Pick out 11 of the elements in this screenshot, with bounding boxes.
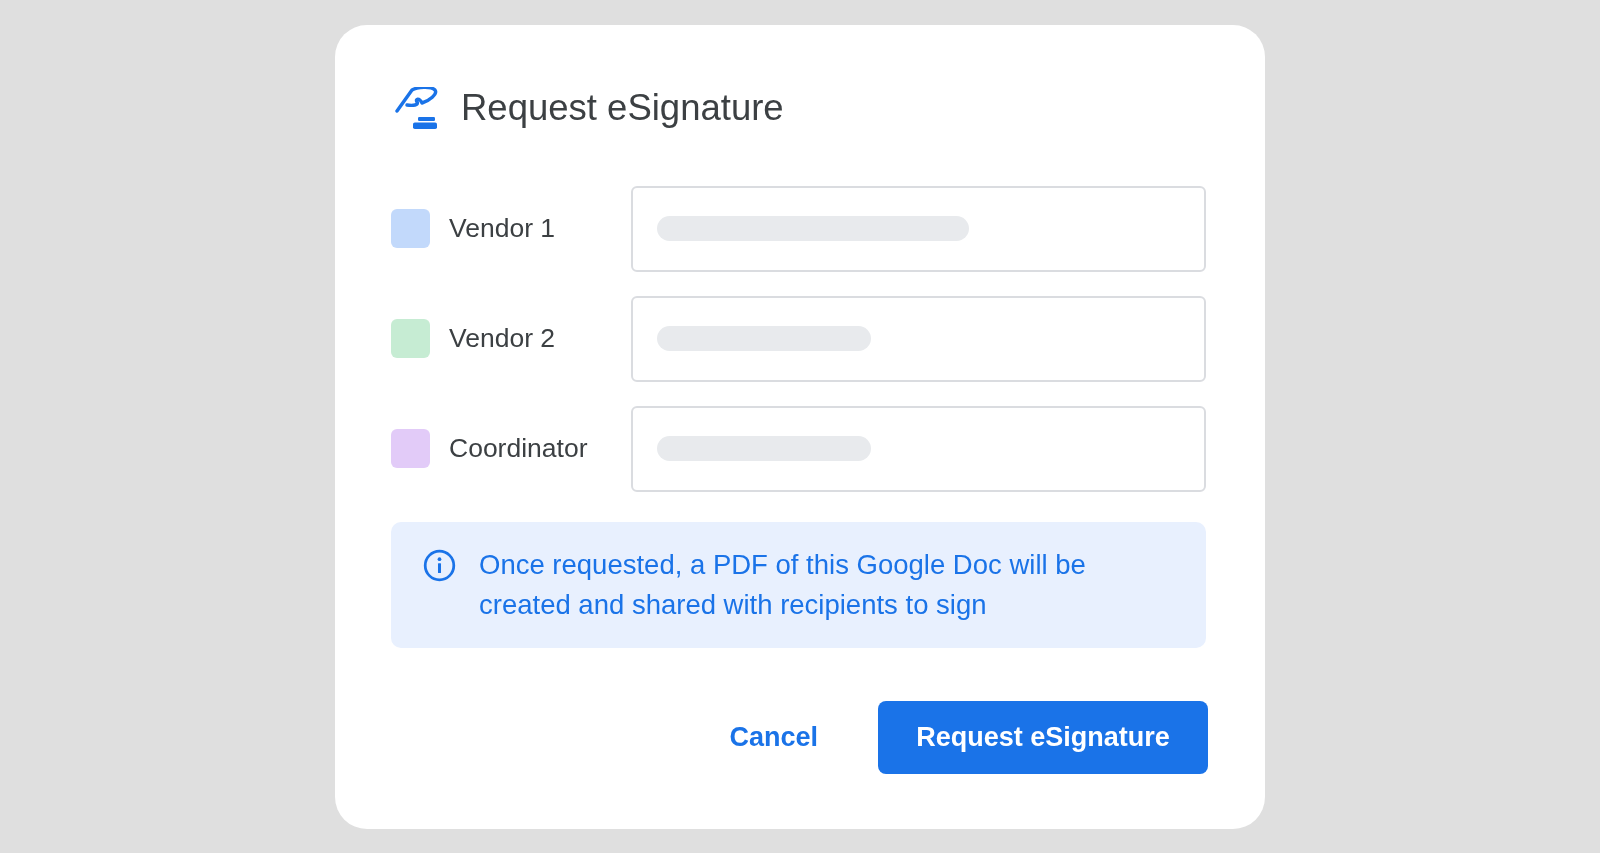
signer-label: Coordinator	[449, 433, 589, 464]
signer-label: Vendor 1	[449, 213, 557, 244]
signature-stamp-icon	[395, 86, 439, 129]
signer-label: Vendor 2	[449, 323, 557, 354]
input-field[interactable]	[631, 185, 1206, 272]
submit-button[interactable]: Request eSignature	[878, 700, 1208, 774]
input-field[interactable]	[631, 405, 1206, 492]
info-text: Once requested, a PDF of this Google Doc will be created and shared with recipients to sign	[479, 547, 1087, 622]
dialog-title: Request eSignature	[461, 85, 784, 130]
input-field[interactable]	[631, 295, 1206, 382]
info-icon	[423, 548, 456, 582]
